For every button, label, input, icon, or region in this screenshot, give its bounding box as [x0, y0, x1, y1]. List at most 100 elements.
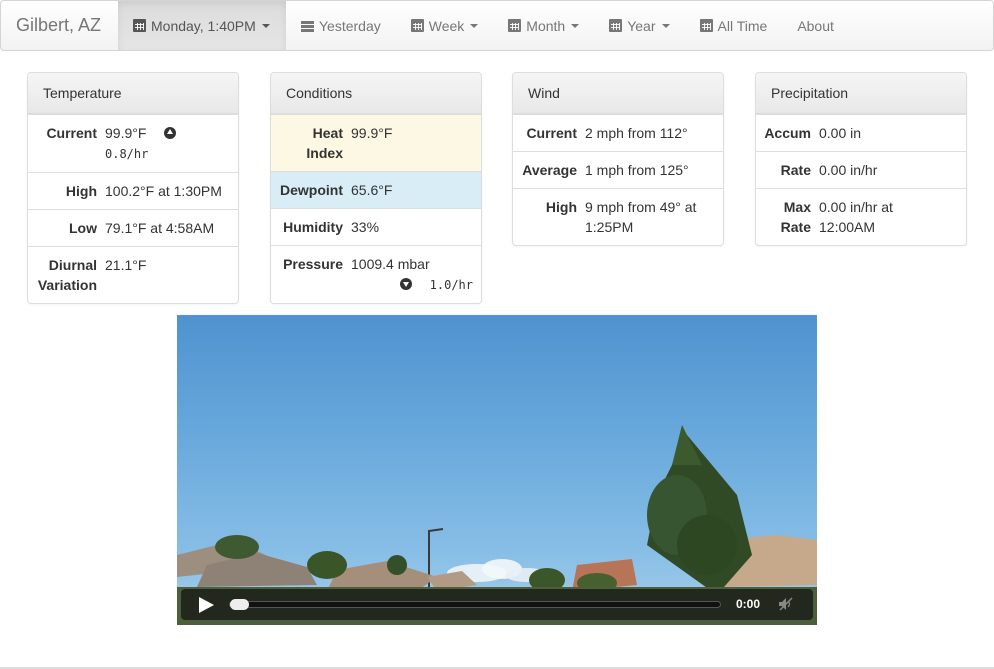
- row-value: 99.9°F: [351, 125, 393, 141]
- row-label: Rate: [780, 162, 811, 178]
- nav-all-time[interactable]: All Time: [685, 1, 783, 50]
- nav-week-label: Week: [428, 17, 465, 34]
- nav-all-time-label: All Time: [717, 17, 768, 34]
- pressure-trend: 1.0/hr: [429, 278, 473, 292]
- wind-average-row: Average 1 mph from 125°: [513, 151, 723, 188]
- nav-about-label: About: [797, 17, 834, 34]
- mute-icon[interactable]: [778, 596, 794, 612]
- nav-week[interactable]: Week: [396, 1, 494, 50]
- row-label: Max Rate: [756, 197, 819, 237]
- temperature-trend: 0.8/hr: [105, 147, 149, 161]
- calendar-icon: [508, 19, 522, 32]
- row-value: 0.00 in/hr: [819, 162, 878, 178]
- nav-yesterday[interactable]: Yesterday: [286, 1, 396, 50]
- calendar-icon: [609, 19, 623, 32]
- heat-index-row: Heat Index 99.9°F: [271, 114, 481, 171]
- row-label: Accum: [764, 125, 811, 141]
- row-value: 99.9°F 0.8/hr: [105, 123, 238, 164]
- wind-high-row: High 9 mph from 49° at 1:25PM: [513, 188, 723, 245]
- nav-today[interactable]: Monday, 1:40PM: [118, 1, 286, 50]
- panel-title: Wind: [513, 73, 723, 114]
- dewpoint-row: Dewpoint 65.6°F: [271, 171, 481, 208]
- row-value: 1009.4 mbar 1.0/hr: [351, 254, 481, 295]
- row-value: 1 mph from 125°: [585, 162, 689, 178]
- caret-down-icon: [261, 23, 270, 28]
- row-label: Diurnal Variation: [28, 255, 105, 295]
- video-progress-track[interactable]: [229, 599, 721, 610]
- row-label-line: Rate: [780, 219, 811, 235]
- row-value-line: 9 mph from 49° at: [585, 199, 697, 215]
- navbar: Gilbert, AZ Monday, 1:40PM Yesterday Wee…: [0, 0, 994, 51]
- temperature-current-row: Current 99.9°F 0.8/hr: [28, 114, 238, 172]
- trend-up-icon: [164, 127, 177, 139]
- nav-month-label: Month: [526, 17, 566, 34]
- nav-about[interactable]: About: [782, 1, 849, 50]
- nav-month[interactable]: Month: [493, 1, 594, 50]
- row-label-line: Max: [783, 199, 811, 215]
- nav-today-label: Monday, 1:40PM: [151, 17, 256, 34]
- row-label: Average: [522, 162, 577, 178]
- video-time: 0:00: [736, 597, 761, 611]
- row-label: Humidity: [283, 219, 343, 235]
- pressure-row: Pressure 1009.4 mbar 1.0/hr: [271, 245, 481, 303]
- row-label: High: [545, 199, 577, 215]
- row-label-line: Diurnal: [48, 257, 97, 273]
- current-temperature: 99.9°F: [105, 125, 147, 141]
- temperature-high-row: High 100.2°F at 1:30PM: [28, 172, 238, 209]
- precip-accum-row: Accum 0.00 in: [756, 114, 966, 151]
- row-label: Current: [526, 125, 577, 141]
- panel-title: Temperature: [28, 73, 238, 114]
- trend-down-icon: [399, 278, 412, 290]
- row-value: 9 mph from 49° at 1:25PM: [585, 197, 723, 237]
- row-value: 65.6°F: [351, 182, 393, 198]
- panel-title: Precipitation: [756, 73, 966, 114]
- temperature-diurnal-row: Diurnal Variation 21.1°F: [28, 246, 238, 303]
- row-value: 0.00 in: [819, 125, 862, 141]
- row-value: 2 mph from 112°: [585, 125, 688, 141]
- calendar-icon: [410, 19, 424, 32]
- nav-year-label: Year: [627, 17, 656, 34]
- row-value-line: 1:25PM: [585, 219, 634, 235]
- row-value: 79.1°F at 4:58AM: [105, 220, 215, 236]
- nav-year[interactable]: Year: [594, 1, 684, 50]
- precip-rate-row: Rate 0.00 in/hr: [756, 151, 966, 188]
- temperature-panel: Temperature Current 99.9°F 0.8/hr High 1…: [27, 72, 239, 304]
- temperature-low-row: Low 79.1°F at 4:58AM: [28, 209, 238, 246]
- precip-max-rate-row: Max Rate 0.00 in/hr at 12:00AM: [756, 188, 966, 245]
- humidity-row: Humidity 33%: [271, 208, 481, 245]
- conditions-panel: Conditions Heat Index 99.9°F Dewpoint 65…: [270, 72, 482, 304]
- row-label-line: Index: [306, 145, 343, 161]
- row-value: 21.1°F: [105, 257, 147, 273]
- video-controls: 0:00: [181, 589, 813, 620]
- row-label-line: Heat: [312, 125, 343, 141]
- row-label-line: Variation: [37, 277, 97, 293]
- row-label: Heat Index: [271, 123, 351, 163]
- list-icon: [301, 19, 314, 32]
- row-value-line: 12:00AM: [819, 219, 876, 235]
- wind-panel: Wind Current 2 mph from 112° Average 1 m…: [512, 72, 724, 246]
- row-label: Low: [69, 220, 97, 236]
- webcam-scene: [177, 425, 817, 625]
- panel-title: Conditions: [271, 73, 481, 114]
- video-progress-handle[interactable]: [230, 599, 249, 610]
- caret-down-icon: [470, 23, 479, 28]
- caret-down-icon: [571, 23, 580, 28]
- caret-down-icon: [661, 23, 670, 28]
- row-label: Pressure: [283, 256, 343, 272]
- precipitation-panel: Precipitation Accum 0.00 in Rate 0.00 in…: [755, 72, 967, 246]
- row-value: 33%: [351, 219, 380, 235]
- play-icon[interactable]: [199, 596, 214, 613]
- nav-yesterday-label: Yesterday: [319, 17, 381, 34]
- row-label: High: [65, 183, 97, 199]
- brand[interactable]: Gilbert, AZ: [1, 1, 118, 50]
- webcam-video[interactable]: [177, 315, 817, 625]
- row-value: 0.00 in/hr at 12:00AM: [819, 197, 966, 237]
- calendar-icon: [699, 19, 713, 32]
- wind-current-row: Current 2 mph from 112°: [513, 114, 723, 151]
- pressure-value: 1009.4 mbar: [351, 256, 430, 272]
- row-value: 100.2°F at 1:30PM: [105, 183, 222, 199]
- calendar-icon: [133, 19, 146, 32]
- row-label: Current: [46, 125, 97, 141]
- row-value-line: 0.00 in/hr at: [819, 199, 893, 215]
- row-label: Dewpoint: [280, 182, 343, 198]
